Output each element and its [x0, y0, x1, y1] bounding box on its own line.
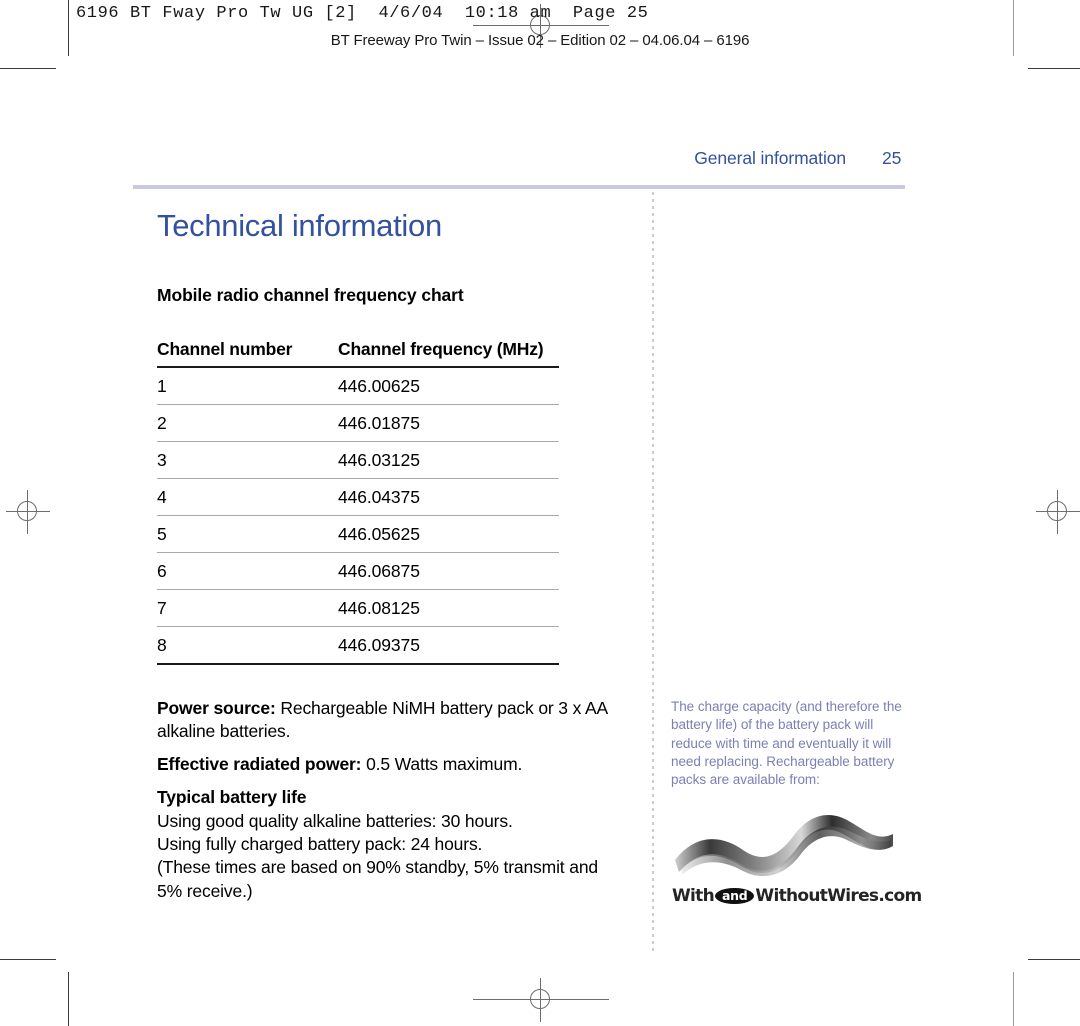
column-divider — [652, 192, 654, 952]
table-row: 2 446.01875 — [157, 404, 559, 442]
crop-mark-bottom-left-vertical — [68, 972, 69, 1026]
logo-wordmark: With and WithoutWires.com — [672, 884, 922, 908]
spec-battery-life: Typical battery life Using good quality … — [157, 786, 627, 902]
crop-mark-bottom-right-vertical — [1013, 972, 1014, 1026]
cell-channel-frequency: 446.00625 — [338, 375, 420, 396]
cell-channel-frequency: 446.08125 — [338, 597, 420, 618]
main-column: Technical information Mobile radio chann… — [157, 208, 627, 903]
cell-channel-number: 6 — [157, 560, 167, 581]
logo-word-before: With — [672, 886, 715, 906]
spec-erp-label: Effective radiated power: — [157, 754, 362, 775]
sidebar-column: The charge capacity (and therefore the b… — [671, 698, 907, 790]
cell-channel-number: 4 — [157, 486, 167, 507]
cell-channel-frequency: 446.01875 — [338, 412, 420, 433]
spec-power-source: Power source: Rechargeable NiMH battery … — [157, 697, 627, 744]
cell-channel-number: 2 — [157, 412, 167, 433]
cell-channel-number: 5 — [157, 523, 167, 544]
table-row: 5 446.05625 — [157, 515, 559, 553]
running-head-label: General information — [694, 148, 846, 168]
spec-battery-life-heading: Typical battery life — [157, 787, 307, 808]
specifications-block: Power source: Rechargeable NiMH battery … — [157, 697, 627, 903]
channel-frequency-table: Channel number Channel frequency (MHz) 1… — [157, 339, 559, 665]
withandwithoutwires-logo: With and WithoutWires.com — [671, 812, 922, 912]
cell-channel-number: 8 — [157, 634, 167, 655]
cell-channel-number: 1 — [157, 375, 167, 396]
running-head: General information 25 — [560, 148, 906, 169]
spec-power-source-label: Power source: — [157, 697, 276, 718]
spec-battery-life-line: (These times are based on 90% standby, 5… — [157, 857, 598, 901]
header-rule — [133, 185, 905, 189]
table-body: 1 446.00625 2 446.01875 3 446.03125 4 44… — [157, 367, 559, 664]
spec-effective-radiated-power: Effective radiated power: 0.5 Watts maxi… — [157, 753, 627, 776]
document-page: 6196 BT Fway Pro Tw UG [2] 4/6/04 10:18 … — [0, 0, 1080, 1026]
column-header-channel-frequency: Channel frequency (MHz) — [338, 338, 544, 359]
table-row: 7 446.08125 — [157, 589, 559, 627]
table-row: 3 446.03125 — [157, 441, 559, 479]
registration-mark-bottom-center — [473, 978, 655, 1022]
cell-channel-frequency: 446.06875 — [338, 560, 420, 581]
table-row: 4 446.04375 — [157, 478, 559, 516]
cell-channel-frequency: 446.04375 — [338, 486, 420, 507]
table-header: Channel number Channel frequency (MHz) — [157, 339, 559, 367]
registration-mark-left — [6, 490, 50, 534]
spec-battery-life-line: Using good quality alkaline batteries: 3… — [157, 810, 513, 831]
spec-battery-life-line: Using fully charged battery pack: 24 hou… — [157, 833, 483, 854]
cell-channel-frequency: 446.09375 — [338, 634, 420, 655]
table-row: 8 446.09375 — [157, 626, 559, 664]
cell-channel-number: 3 — [157, 449, 167, 470]
column-header-channel-number: Channel number — [157, 338, 293, 359]
logo-and-pill: and — [715, 887, 755, 905]
crop-mark-bottom-right-horizontal — [1028, 959, 1080, 960]
logo-wave-graphic — [675, 814, 893, 877]
logo-word-after: WithoutWires.com — [755, 886, 922, 906]
cell-channel-frequency: 446.03125 — [338, 449, 420, 470]
crop-mark-top-left-horizontal — [0, 68, 56, 69]
table-row: 6 446.06875 — [157, 552, 559, 590]
prepress-slug-line: 6196 BT Fway Pro Tw UG [2] 4/6/04 10:18 … — [76, 4, 649, 23]
sidebar-note: The charge capacity (and therefore the b… — [671, 699, 902, 788]
page-title: Technical information — [157, 208, 442, 243]
crop-mark-bottom-left-horizontal — [0, 959, 56, 960]
spec-erp-value: 0.5 Watts maximum. — [361, 754, 523, 775]
page-number: 25 — [882, 148, 902, 168]
section-heading: Mobile radio channel frequency chart — [157, 284, 464, 305]
table-header-row: Channel number Channel frequency (MHz) — [157, 339, 559, 367]
cell-channel-number: 7 — [157, 597, 167, 618]
crop-mark-top-right-horizontal — [1028, 68, 1080, 69]
prepress-imprint-line: BT Freeway Pro Twin – Issue 02 – Edition… — [330, 32, 750, 49]
registration-mark-right — [1036, 490, 1080, 534]
table-row: 1 446.00625 — [157, 367, 559, 405]
cell-channel-frequency: 446.05625 — [338, 523, 420, 544]
